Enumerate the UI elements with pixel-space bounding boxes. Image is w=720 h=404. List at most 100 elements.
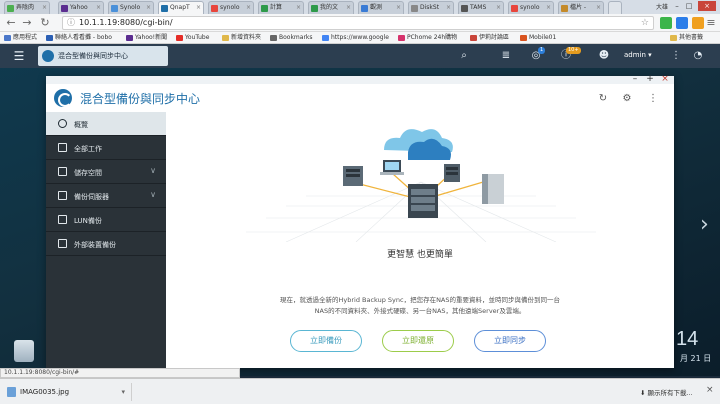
show-all-downloads-link[interactable]: ⬇ 顯示所有下載... [640, 387, 693, 397]
extension-icon[interactable] [676, 17, 688, 29]
browser-tab[interactable]: DiskSt × [408, 1, 454, 14]
chevron-down-icon[interactable]: ∨ [150, 190, 156, 199]
maximize-window-icon[interactable]: □ [684, 1, 694, 11]
chevron-down-icon[interactable]: ▾ [121, 383, 125, 401]
close-tab-icon[interactable]: × [296, 2, 301, 14]
close-window-icon[interactable]: × [698, 1, 716, 11]
back-icon[interactable]: ← [4, 16, 18, 30]
bookmark-item[interactable]: PChome 24h購物 [398, 33, 457, 43]
close-tab-icon[interactable]: × [346, 2, 351, 14]
favicon-icon [111, 5, 118, 12]
admin-menu[interactable]: admin ▾ [624, 51, 652, 59]
page-info-icon[interactable]: ⓘ [67, 17, 75, 29]
browser-tab[interactable]: Synolo × [108, 1, 154, 14]
taskbar-app-tab[interactable]: 混合型備份與同步中心 [38, 46, 168, 66]
minimize-window-icon[interactable]: – [672, 1, 682, 11]
star-icon [270, 35, 277, 41]
desktop-date: 月 21 日 [680, 354, 712, 363]
close-icon[interactable]: × [660, 74, 670, 84]
bookmark-apps[interactable]: 應用程式 [4, 33, 37, 43]
chevron-down-icon[interactable]: ∨ [150, 166, 156, 175]
refresh-icon[interactable]: ↻ [596, 92, 610, 106]
bookmark-item[interactable]: YouTube [176, 33, 209, 43]
search-icon[interactable]: ⌕ [456, 49, 472, 63]
browser-toolbar: ← → ↻ ⓘ 10.1.1.19:8080/cgi-bin/ ☆ ≡ [0, 14, 720, 32]
menu-icon[interactable]: ≡ [704, 16, 718, 30]
address-bar[interactable]: ⓘ 10.1.1.19:8080/cgi-bin/ ☆ [62, 16, 654, 30]
sidebar-item-external-backup[interactable]: 外部裝置備份 [46, 232, 166, 256]
sidebar: 概覽 全部工作 儲存空間 ∨ 備份伺服器 ∨ LUN備份 外部裝置備份 [46, 112, 166, 368]
forward-icon[interactable]: → [20, 16, 34, 30]
other-bookmarks[interactable]: 其他書籤 [670, 33, 703, 43]
apps-icon [4, 35, 11, 41]
browser-tab[interactable]: TAMS × [458, 1, 504, 14]
remote-server-icon [482, 174, 504, 204]
backup-now-button[interactable]: 立即備份 [290, 330, 362, 352]
maximize-icon[interactable]: + [645, 74, 655, 84]
browser-tab-active[interactable]: QnapT × [158, 1, 204, 14]
bookmark-item[interactable]: Mobile01 [520, 33, 556, 43]
google-icon [322, 35, 329, 41]
close-tab-icon[interactable]: × [496, 2, 501, 14]
bookmark-item[interactable]: https://www.google [322, 33, 389, 43]
usb-icon [58, 239, 67, 248]
settings-icon[interactable]: ⚙ [620, 92, 634, 106]
close-tab-icon[interactable]: × [396, 2, 401, 14]
extension-icon[interactable] [692, 17, 704, 29]
bookmark-item[interactable]: Yahoo!新聞 [126, 33, 167, 43]
sidebar-item-lun-backup[interactable]: LUN備份 [46, 208, 166, 232]
lun-icon [58, 215, 67, 224]
bookmark-folder[interactable]: 新增資料夾 [222, 33, 261, 43]
background-tasks-icon[interactable]: ≣ [498, 49, 514, 63]
more-options-icon[interactable]: ⋮ [668, 49, 684, 63]
bookmark-star-icon[interactable]: ☆ [641, 17, 649, 29]
browser-tab[interactable]: 計算 × [258, 1, 304, 14]
new-tab-button[interactable] [608, 1, 622, 14]
bookmark-item[interactable]: 伊莉討論區 [470, 33, 509, 43]
sidebar-item-backup-server[interactable]: 備份伺服器 ∨ [46, 184, 166, 208]
browser-tab[interactable]: 我的文 × [308, 1, 354, 14]
close-tab-icon[interactable]: × [96, 2, 101, 14]
favicon-icon [561, 5, 568, 12]
minimize-icon[interactable]: – [630, 74, 640, 84]
browser-tab[interactable]: synolo × [208, 1, 254, 14]
favicon-icon [411, 5, 418, 12]
browser-tab[interactable]: synolo × [508, 1, 554, 14]
sidebar-item-all-jobs[interactable]: 全部工作 [46, 136, 166, 160]
restore-now-button[interactable]: 立即還原 [382, 330, 454, 352]
close-icon[interactable]: × [706, 385, 714, 395]
google-icon [211, 5, 218, 12]
sync-now-button[interactable]: 立即同步 [474, 330, 546, 352]
close-tab-icon[interactable]: × [42, 2, 47, 14]
overview-headline: 更智慧 也更簡單 [387, 250, 453, 260]
reload-icon[interactable]: ↻ [38, 16, 52, 30]
download-item[interactable]: IMAG0035.jpg ▾ [4, 383, 132, 401]
sidebar-item-storage[interactable]: 儲存空間 ∨ [46, 160, 166, 184]
hybrid-backup-logo-icon [54, 89, 72, 107]
browser-tab[interactable]: Yahoo × [58, 1, 104, 14]
storage-icon [58, 167, 67, 176]
overview-description-line: 現在，就透過全新的Hybrid Backup Sync，把您存在NAS的重要資料… [279, 296, 561, 304]
close-tab-icon[interactable]: × [246, 2, 251, 14]
dashboard-icon[interactable]: ◔ [690, 49, 706, 63]
folder-icon [222, 35, 229, 41]
main-menu-icon[interactable]: ☰ [12, 49, 26, 63]
sidebar-item-overview[interactable]: 概覽 [46, 112, 166, 136]
user-icon[interactable]: ☻ [596, 49, 612, 63]
bookmark-item[interactable]: 聯絡人看看攤 - bobo [46, 33, 112, 43]
browser-tab[interactable]: 檔片 - × [558, 1, 604, 14]
browser-tab[interactable]: 弄陰肉 × [4, 1, 50, 14]
close-tab-icon[interactable]: × [596, 2, 601, 14]
more-menu-icon[interactable]: ⋮ [646, 92, 660, 106]
browser-tab[interactable]: 觀測 × [358, 1, 404, 14]
extension-icon[interactable] [660, 17, 672, 29]
recycle-bin-icon[interactable] [14, 340, 34, 362]
app-header: 混合型備份與同步中心 ↻ ⚙ ⋮ [46, 84, 674, 112]
close-tab-icon[interactable]: × [146, 2, 151, 14]
next-desktop-arrow-icon[interactable]: › [700, 212, 709, 237]
close-tab-icon[interactable]: × [446, 2, 451, 14]
facebook-icon [46, 35, 53, 41]
close-tab-icon[interactable]: × [546, 2, 551, 14]
close-tab-icon[interactable]: × [196, 2, 201, 14]
bookmark-item[interactable]: Bookmarks [270, 33, 313, 43]
